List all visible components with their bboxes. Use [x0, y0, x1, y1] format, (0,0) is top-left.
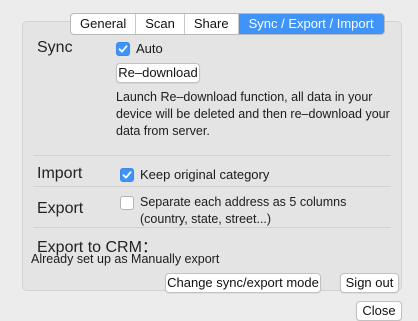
- crm-status-text: Already set up as Manually export: [31, 252, 220, 266]
- checkmark-icon: [118, 44, 128, 52]
- separate-address-checkbox[interactable]: [120, 196, 134, 210]
- keep-category-checkbox[interactable]: [120, 167, 134, 182]
- keep-category-label: Keep original category: [140, 167, 270, 182]
- sync-section-label: Sync: [37, 39, 73, 56]
- export-section-label: Export: [37, 200, 84, 217]
- tab-general[interactable]: General: [71, 14, 137, 34]
- auto-sync-checkbox[interactable]: [116, 41, 130, 56]
- separate-address-label: Separate each address as 5 columns (coun…: [140, 195, 347, 226]
- divider: [33, 186, 391, 187]
- tab-sync-export-import[interactable]: Sync / Export / Import: [238, 14, 384, 34]
- separate-address-option[interactable]: Separate each address as 5 columns (coun…: [120, 194, 396, 228]
- close-button[interactable]: Close: [356, 301, 402, 321]
- divider: [33, 155, 391, 156]
- auto-sync-label: Auto: [136, 41, 163, 56]
- keep-category-option[interactable]: Keep original category: [120, 167, 269, 182]
- import-section-label: Import: [37, 165, 83, 182]
- redownload-button[interactable]: Re–download: [116, 63, 200, 83]
- sign-out-button[interactable]: Sign out: [340, 273, 399, 293]
- tab-scan[interactable]: Scan: [136, 14, 185, 34]
- divider: [33, 227, 391, 228]
- tab-bar: General Scan Share Sync / Export / Impor…: [70, 13, 385, 35]
- settings-panel: Sync Auto Re–download Launch Re–download…: [22, 21, 402, 293]
- change-sync-export-mode-button[interactable]: Change sync/export mode: [165, 273, 321, 293]
- redownload-description: Launch Re–download function, all data in…: [116, 90, 390, 138]
- auto-sync-option[interactable]: Auto: [116, 41, 163, 56]
- checkmark-icon: [122, 170, 132, 178]
- tab-share[interactable]: Share: [185, 14, 239, 34]
